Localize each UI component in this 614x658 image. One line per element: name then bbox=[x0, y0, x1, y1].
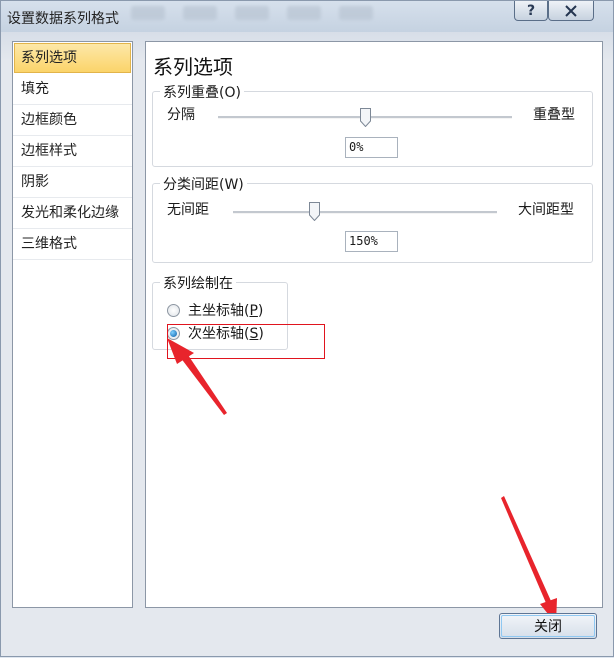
arrow-to-secondary-axis bbox=[167, 338, 227, 415]
close-button[interactable]: 关闭 bbox=[499, 613, 597, 639]
arrow-to-close-button bbox=[501, 496, 557, 624]
close-button-label: 关闭 bbox=[534, 619, 562, 635]
annotation-arrows bbox=[167, 338, 557, 624]
format-data-series-dialog: 设置数据系列格式 ? 系列选项 填充 边框颜色 边框样式 阴影 发光和柔化边缘 … bbox=[0, 0, 614, 657]
